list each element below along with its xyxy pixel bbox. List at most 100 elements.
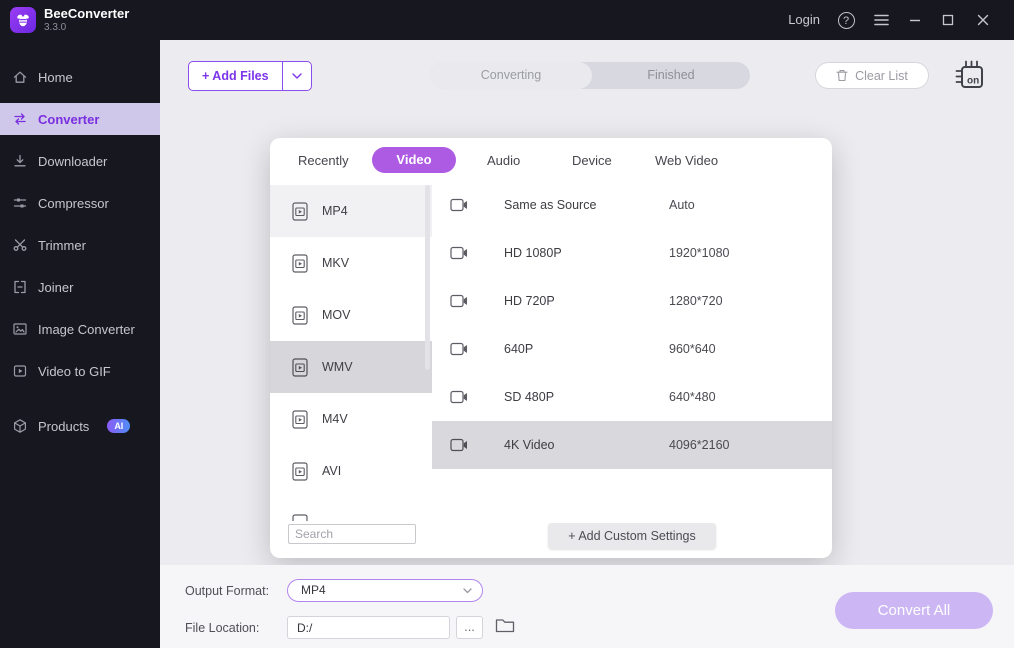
add-files-split-button: + Add Files <box>188 61 312 91</box>
tab-video[interactable]: Video <box>372 147 456 173</box>
tab-audio[interactable]: Audio <box>487 153 520 168</box>
help-button[interactable]: ? <box>830 0 862 40</box>
output-format-dialog: Recently Video Audio Device Web Video MP… <box>270 138 832 558</box>
compressor-icon <box>12 195 28 211</box>
maximize-button[interactable] <box>932 0 964 40</box>
resolution-value: 960*640 <box>669 342 716 356</box>
sidebar-item-label: Joiner <box>38 280 73 295</box>
tab-recently[interactable]: Recently <box>298 153 349 168</box>
footer-bar: Output Format: MP4 File Location: ... Co… <box>160 565 1014 648</box>
sidebar-item-video-to-gif[interactable]: Video to GIF <box>0 355 160 387</box>
sidebar-item-products[interactable]: Products AI <box>0 410 160 442</box>
close-button[interactable] <box>967 0 999 40</box>
sidebar-item-downloader[interactable]: Downloader <box>0 145 160 177</box>
gpu-acceleration-toggle[interactable]: on <box>952 57 990 95</box>
gpu-on-label: on <box>967 76 979 87</box>
sidebar-item-trimmer[interactable]: Trimmer <box>0 229 160 261</box>
add-custom-settings-button[interactable]: + Add Custom Settings <box>548 523 716 549</box>
video-res-icon <box>450 246 468 260</box>
format-item-m4v[interactable]: M4V <box>270 393 432 445</box>
gpu-chip-icon: on <box>952 57 990 95</box>
sidebar-item-joiner[interactable]: Joiner <box>0 271 160 303</box>
sidebar-item-converter[interactable]: Converter <box>0 103 160 135</box>
format-item-partial[interactable] <box>270 497 432 521</box>
sidebar-item-label: Image Converter <box>38 322 135 337</box>
resolution-name: HD 720P <box>504 294 669 308</box>
format-list: MP4 MKV MOV <box>270 185 432 521</box>
resolution-item-sd-480p[interactable]: SD 480P 640*480 <box>432 373 832 421</box>
title-bar: BeeConverter 3.3.0 Login ? <box>0 0 1014 40</box>
trash-icon <box>836 69 848 82</box>
video-res-icon <box>450 198 468 212</box>
help-icon: ? <box>838 12 855 29</box>
app-title: BeeConverter <box>44 6 129 21</box>
resolution-item-4k-video[interactable]: 4K Video 4096*2160 <box>432 421 832 469</box>
resolution-name: Same as Source <box>504 198 669 212</box>
format-item-mp4[interactable]: MP4 <box>270 185 432 237</box>
resolution-value: Auto <box>669 198 695 212</box>
bee-logo <box>10 7 36 33</box>
resolution-value: 1920*1080 <box>669 246 729 260</box>
sidebar-item-label: Converter <box>38 112 99 127</box>
resolution-item-hd-720p[interactable]: HD 720P 1280*720 <box>432 277 832 325</box>
chevron-down-icon <box>463 588 472 594</box>
format-list-scrollbar[interactable] <box>425 185 430 370</box>
add-files-button[interactable]: + Add Files <box>189 62 282 90</box>
joiner-icon <box>12 279 28 295</box>
resolution-item-hd-1080p[interactable]: HD 1080P 1920*1080 <box>432 229 832 277</box>
menu-button[interactable] <box>865 0 897 40</box>
bee-icon <box>15 12 31 28</box>
format-label: M4V <box>322 412 348 426</box>
sidebar-item-compressor[interactable]: Compressor <box>0 187 160 219</box>
format-label: WMV <box>322 360 353 374</box>
output-format-label: Output Format: <box>185 584 269 598</box>
format-item-mkv[interactable]: MKV <box>270 237 432 289</box>
video-res-icon <box>450 438 468 452</box>
sidebar-item-home[interactable]: Home <box>0 61 160 93</box>
output-format-select[interactable]: MP4 <box>287 579 483 602</box>
resolution-item-same-as-source[interactable]: Same as Source Auto <box>432 181 832 229</box>
tab-converting[interactable]: Converting <box>430 62 592 89</box>
file-format-icon <box>292 306 308 325</box>
ai-badge: AI <box>107 419 130 433</box>
add-files-dropdown-button[interactable] <box>282 62 311 90</box>
tab-device[interactable]: Device <box>572 153 612 168</box>
app-version: 3.3.0 <box>44 22 66 33</box>
video-res-icon <box>450 390 468 404</box>
format-label: MOV <box>322 308 350 322</box>
login-link[interactable]: Login <box>788 0 820 40</box>
sidebar-item-label: Downloader <box>38 154 107 169</box>
video-res-icon <box>450 294 468 308</box>
sidebar: Home Converter Downloader <box>0 40 160 648</box>
tab-web-video[interactable]: Web Video <box>655 153 718 168</box>
minimize-button[interactable] <box>899 0 931 40</box>
sidebar-item-label: Home <box>38 70 73 85</box>
open-folder-button[interactable] <box>495 617 515 633</box>
sidebar-item-image-converter[interactable]: Image Converter <box>0 313 160 345</box>
sidebar-item-label: Trimmer <box>38 238 86 253</box>
file-format-icon <box>292 254 308 273</box>
format-item-wmv[interactable]: WMV <box>270 341 432 393</box>
search-input[interactable] <box>288 524 416 544</box>
output-format-value: MP4 <box>301 583 326 597</box>
convert-all-button[interactable]: Convert All <box>835 592 993 629</box>
resolution-item-640p[interactable]: 640P 960*640 <box>432 325 832 373</box>
file-format-icon <box>292 358 308 377</box>
resolution-value: 640*480 <box>669 390 716 404</box>
browse-more-button[interactable]: ... <box>456 616 483 639</box>
file-format-icon <box>292 202 308 221</box>
file-format-icon <box>292 514 308 522</box>
format-label: MP4 <box>322 204 348 218</box>
video-res-icon <box>450 342 468 356</box>
app-window: BeeConverter 3.3.0 Login ? <box>0 0 1014 648</box>
format-item-avi[interactable]: AVI <box>270 445 432 497</box>
clear-list-button[interactable]: Clear List <box>815 62 929 89</box>
sidebar-item-label: Compressor <box>38 196 109 211</box>
file-format-icon <box>292 462 308 481</box>
format-item-mov[interactable]: MOV <box>270 289 432 341</box>
file-location-input[interactable] <box>287 616 450 639</box>
tab-finished[interactable]: Finished <box>592 62 750 89</box>
sidebar-item-label: Video to GIF <box>38 364 111 379</box>
queue-tabs: Converting Finished <box>430 62 750 89</box>
close-icon <box>977 14 989 26</box>
